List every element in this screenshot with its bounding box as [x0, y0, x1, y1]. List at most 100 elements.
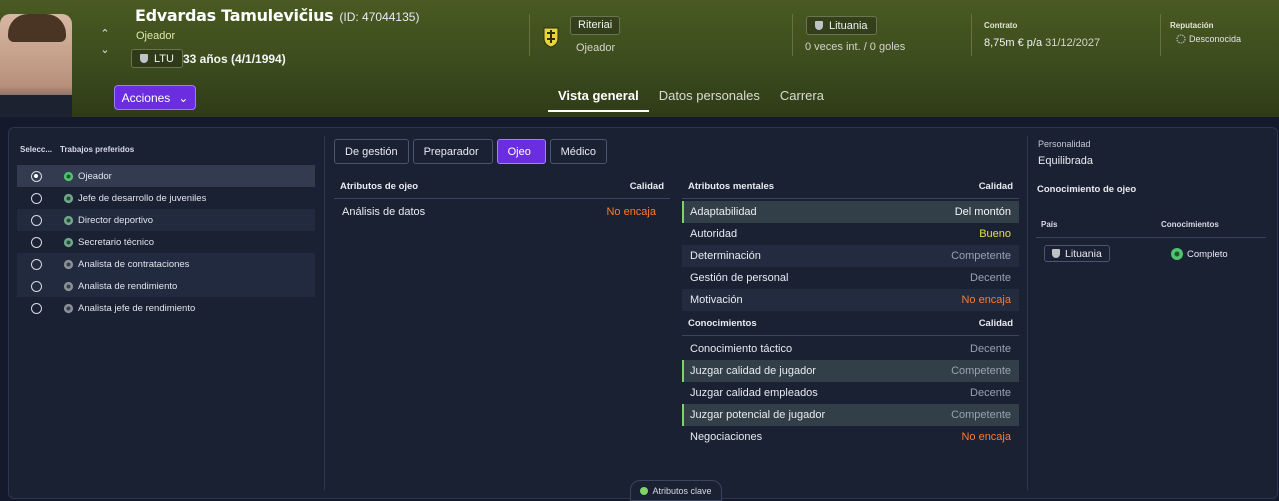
- attribute-name: Juzgar calidad de jugador: [690, 365, 816, 377]
- club-crest-icon[interactable]: [541, 26, 561, 48]
- international-caps: 0 veces int. / 0 goles: [805, 41, 906, 53]
- tab-de-gestion[interactable]: De gestión: [334, 139, 409, 164]
- tab-datos-personales[interactable]: Datos personales: [649, 80, 770, 112]
- actions-label: Acciones: [121, 90, 171, 105]
- attribute-value: No encaja: [606, 206, 656, 218]
- job-item-analista-contrataciones[interactable]: Analista de contrataciones: [17, 253, 315, 275]
- reputation-value: Desconocida: [1176, 34, 1241, 44]
- radio-option[interactable]: [31, 192, 42, 204]
- scout-knowledge-title: Conocimiento de ojeo: [1037, 184, 1137, 195]
- attribute-value: Decente: [970, 272, 1011, 284]
- attribute-category-tabs: De gestión Preparador Ojeo Médico: [334, 139, 608, 164]
- key-attributes-toggle[interactable]: Atributos clave: [630, 480, 722, 501]
- attribute-row[interactable]: Autoridad Bueno: [682, 223, 1019, 245]
- reputation-text: Desconocida: [1189, 34, 1242, 44]
- job-item-jefe-desarrollo[interactable]: Jefe de desarrollo de juveniles: [17, 187, 315, 209]
- contract-value: 8,75m € p/a 31/12/2027: [984, 37, 1100, 49]
- job-rating-icon: [63, 281, 74, 291]
- flag-shield-icon: [140, 54, 148, 63]
- tab-medico[interactable]: Médico: [549, 139, 608, 164]
- mental-attributes-header: Atributos mentales Calidad: [682, 175, 1019, 199]
- staff-id: (ID: 47044135): [339, 10, 420, 24]
- staff-navigation[interactable]: ⌃ ⌄: [99, 26, 111, 58]
- club-badge[interactable]: Riteriai: [570, 16, 621, 35]
- attribute-row[interactable]: Negociaciones No encaja: [682, 426, 1019, 448]
- radio-option[interactable]: [31, 214, 42, 226]
- attribute-row[interactable]: Motivación No encaja: [682, 289, 1019, 311]
- attribute-name: Adaptabilidad: [690, 206, 757, 218]
- attribute-row[interactable]: Juzgar calidad empleados Decente: [682, 382, 1019, 404]
- tab-preparador[interactable]: Preparador: [412, 139, 493, 164]
- attribute-row[interactable]: Gestión de personal Decente: [682, 267, 1019, 289]
- job-label: Ojeador: [78, 170, 112, 182]
- attribute-value: Decente: [970, 387, 1011, 399]
- staff-age: 33 años (4/1/1994): [183, 52, 286, 66]
- attribute-value: Decente: [970, 343, 1011, 355]
- country-column-header[interactable]: País: [1041, 220, 1057, 229]
- attribute-row[interactable]: Juzgar calidad de jugador Competente: [682, 360, 1019, 382]
- job-rating-icon: [63, 259, 74, 269]
- radio-option[interactable]: [31, 280, 42, 292]
- country-name: Lituania: [1065, 247, 1102, 260]
- tab-carrera[interactable]: Carrera: [770, 80, 834, 112]
- chevron-up-icon[interactable]: ⌃: [99, 26, 111, 42]
- flag-shield-icon: [1052, 249, 1060, 258]
- flag-shield-icon: [815, 21, 823, 30]
- ojeo-attributes-header: Atributos de ojeo Calidad: [334, 175, 670, 199]
- knowledge-column-header[interactable]: Conocimientos: [1161, 220, 1219, 229]
- job-item-ojeador[interactable]: Ojeador: [17, 165, 315, 187]
- profile-header: ⌃ ⌄ Edvardas Tamulevičius (ID: 47044135)…: [0, 0, 1279, 117]
- job-label: Analista de rendimiento: [78, 280, 178, 292]
- job-rating-icon: [63, 171, 74, 181]
- avatar-hair: [8, 14, 66, 42]
- job-rating-icon: [63, 303, 74, 313]
- nation-badge[interactable]: Lituania: [806, 16, 877, 35]
- nation-name: Lituania: [829, 19, 868, 32]
- job-rating-icon: [63, 215, 74, 225]
- nationality-badge[interactable]: LTU: [131, 49, 183, 68]
- radio-option[interactable]: [31, 236, 42, 248]
- chevron-down-icon[interactable]: ⌄: [99, 42, 111, 58]
- header-divider: [529, 14, 530, 56]
- preferred-jobs-list: Ojeador Jefe de desarrollo de juveniles …: [17, 165, 315, 319]
- tab-vista-general[interactable]: Vista general: [548, 80, 649, 112]
- attribute-name: Autoridad: [690, 228, 738, 240]
- quality-column-label: Calidad: [978, 181, 1013, 192]
- knowledge-level: Completo: [1170, 247, 1228, 261]
- name-line: Edvardas Tamulevičius (ID: 47044135): [135, 6, 419, 25]
- attribute-row[interactable]: Adaptabilidad Del montón: [682, 201, 1019, 223]
- key-attributes-label: Atributos clave: [652, 485, 712, 496]
- header-divider: [971, 14, 972, 56]
- preferred-jobs-header: Trabajos preferidos: [60, 145, 135, 154]
- attribute-name: Análisis de datos: [342, 206, 426, 218]
- job-item-analista-rendimiento[interactable]: Analista de rendimiento: [17, 275, 315, 297]
- radio-selected[interactable]: [31, 170, 42, 182]
- radio-option[interactable]: [31, 258, 42, 270]
- attribute-name: Conocimiento táctico: [690, 343, 793, 355]
- job-item-analista-jefe-rendimiento[interactable]: Analista jefe de rendimiento: [17, 297, 315, 319]
- column-divider: [1027, 136, 1028, 490]
- attribute-name: Negociaciones: [690, 431, 763, 443]
- job-label: Director deportivo: [78, 214, 153, 226]
- personality-value: Equilibrada: [1038, 155, 1094, 167]
- contract-label: Contrato: [984, 21, 1018, 30]
- attribute-row[interactable]: Análisis de datos No encaja: [334, 201, 670, 223]
- section-title: Conocimientos: [688, 318, 757, 329]
- radio-option[interactable]: [31, 302, 42, 314]
- job-item-secretario-tecnico[interactable]: Secretario técnico: [17, 231, 315, 253]
- country-badge[interactable]: Lituania: [1044, 245, 1110, 262]
- attribute-name: Motivación: [690, 294, 743, 306]
- attribute-row[interactable]: Juzgar potencial de jugador Competente: [682, 404, 1019, 426]
- avatar-shirt: [0, 95, 72, 117]
- attribute-row[interactable]: Conocimiento táctico Decente: [682, 338, 1019, 360]
- attribute-name: Juzgar calidad empleados: [690, 387, 818, 399]
- club-role: Ojeador: [576, 42, 616, 54]
- attribute-value: Bueno: [979, 228, 1011, 240]
- reputation-label: Reputación: [1170, 21, 1214, 30]
- tab-ojeo[interactable]: Ojeo: [496, 139, 546, 164]
- actions-button[interactable]: Acciones ⌄: [114, 85, 196, 110]
- job-item-director-deportivo[interactable]: Director deportivo: [17, 209, 315, 231]
- contract-wage: 8,75m € p/a: [984, 37, 1043, 49]
- attribute-row[interactable]: Determinación Competente: [682, 245, 1019, 267]
- job-label: Analista de contrataciones: [78, 258, 190, 270]
